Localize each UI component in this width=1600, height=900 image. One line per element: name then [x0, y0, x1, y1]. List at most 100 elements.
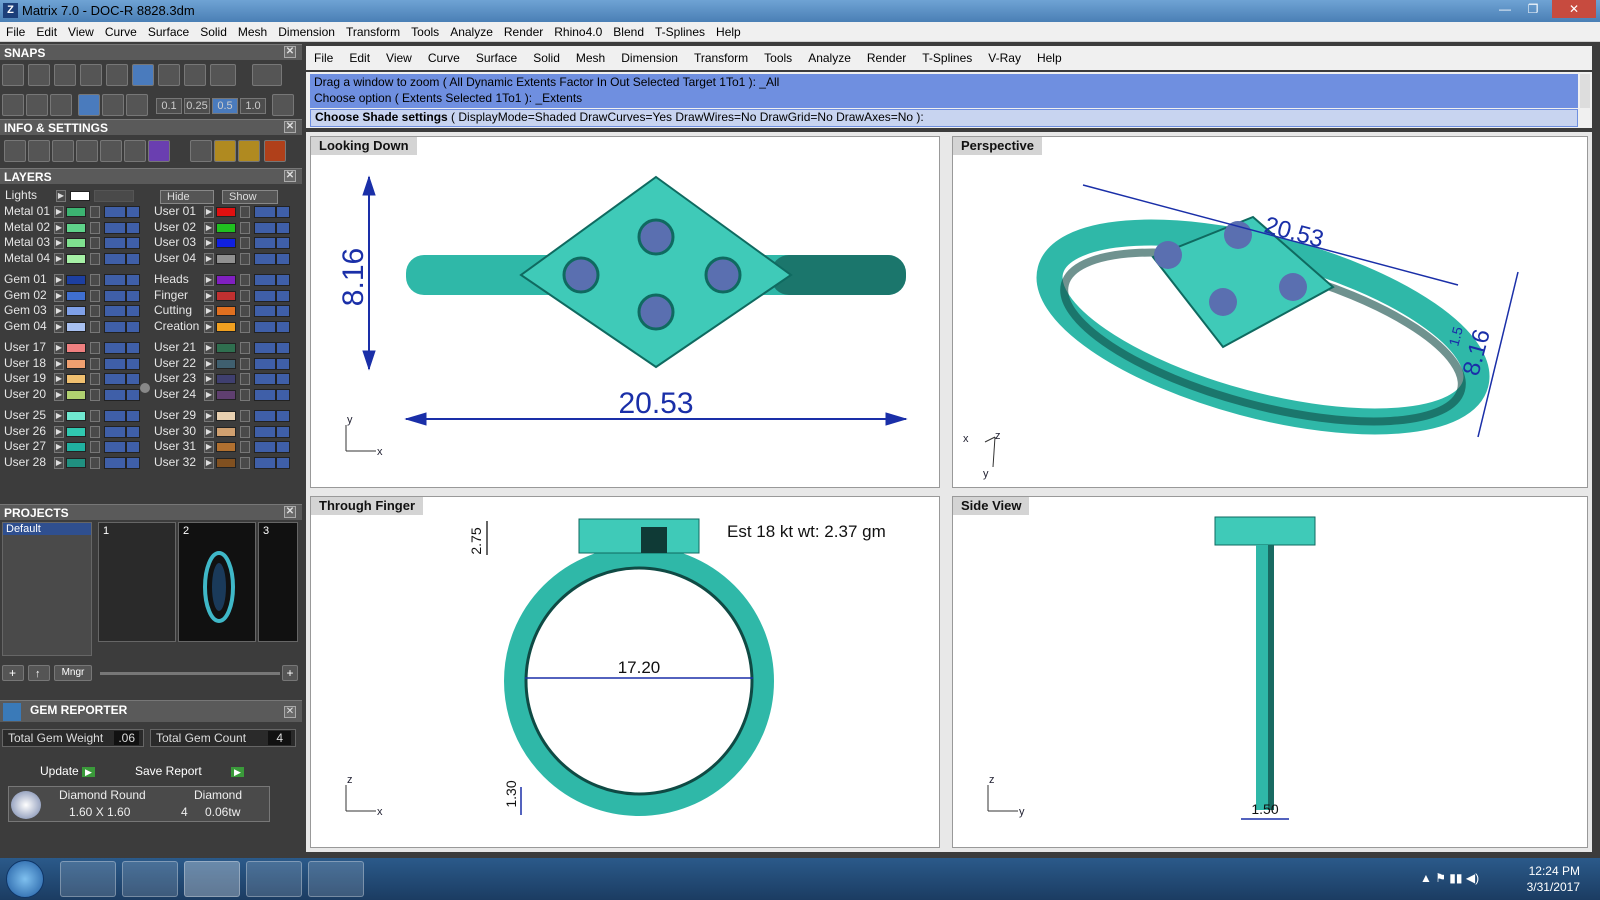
lock-icon[interactable]: [90, 305, 100, 317]
menu-file[interactable]: File: [314, 51, 333, 65]
menu-curve[interactable]: Curve: [105, 25, 137, 39]
layer-color-swatch[interactable]: [66, 321, 86, 332]
menu-tsplines[interactable]: T-Splines: [922, 51, 972, 65]
menu-render[interactable]: Render: [867, 51, 906, 65]
layer-visibility-toggle[interactable]: [104, 237, 126, 249]
layer-color-swatch[interactable]: [66, 411, 86, 421]
system-clock[interactable]: 12:24 PM 3/31/2017: [1527, 863, 1580, 895]
expand-arrow-icon[interactable]: ▶: [54, 357, 64, 370]
expand-arrow-icon[interactable]: ▶: [204, 456, 214, 469]
render-icon[interactable]: [264, 140, 286, 162]
expand-arrow-icon[interactable]: ▶: [54, 206, 64, 218]
layer-row[interactable]: User 03 ▶: [150, 235, 300, 250]
lock-icon[interactable]: [90, 373, 100, 385]
layer-row[interactable]: User 28 ▶: [0, 455, 150, 470]
image-viewer-icon[interactable]: [246, 861, 302, 897]
expand-arrow-icon[interactable]: ▶: [54, 289, 64, 302]
layer-visibility-toggle[interactable]: [104, 373, 126, 385]
layer-select-toggle[interactable]: [126, 206, 140, 218]
layer-color-swatch[interactable]: [66, 306, 86, 316]
light-icon[interactable]: [190, 140, 212, 162]
layer-row[interactable]: User 25 ▶: [0, 408, 150, 423]
expand-arrow-icon[interactable]: ▶: [204, 373, 214, 385]
layer-color-swatch[interactable]: [66, 222, 86, 233]
project-thumb-2[interactable]: 2: [178, 522, 256, 642]
project-thumb-1[interactable]: 1: [98, 522, 176, 642]
lock-icon[interactable]: [240, 274, 250, 286]
paint-icon[interactable]: [308, 861, 364, 897]
snap-grid-icon[interactable]: [252, 64, 282, 86]
layer-select-toggle[interactable]: [126, 289, 140, 302]
lock-icon[interactable]: [90, 252, 100, 265]
layer-visibility-toggle[interactable]: [104, 357, 126, 370]
expand-arrow-icon[interactable]: ▶: [204, 388, 214, 401]
layer-row[interactable]: User 20 ▶: [0, 387, 150, 402]
up-arrow-icon[interactable]: ↑: [28, 665, 50, 681]
layer-row[interactable]: Heads ▶: [150, 272, 300, 287]
layer-visibility-toggle[interactable]: [104, 320, 126, 333]
layer-row[interactable]: User 31 ▶: [150, 439, 300, 454]
lock-icon[interactable]: [90, 441, 100, 453]
layer-visibility-toggle[interactable]: [254, 357, 276, 370]
menu-view[interactable]: View: [68, 25, 94, 39]
layer-color-swatch[interactable]: [216, 389, 236, 400]
layer-select-toggle[interactable]: [126, 237, 140, 249]
layer-visibility-toggle[interactable]: [254, 410, 276, 422]
lock-icon[interactable]: [90, 357, 100, 370]
tray-icons[interactable]: ▲ ⚑ ▮▮ ◀): [1420, 871, 1479, 885]
pen-icon[interactable]: [50, 94, 72, 116]
snap-int-icon[interactable]: [132, 64, 154, 86]
expand-arrow-icon[interactable]: ▶: [54, 425, 64, 438]
layer-color-swatch[interactable]: [66, 253, 86, 264]
lock-icon[interactable]: [90, 425, 100, 438]
lock-icon[interactable]: [240, 373, 250, 385]
snap-end-icon[interactable]: [2, 64, 24, 86]
layer-visibility-toggle[interactable]: [104, 252, 126, 265]
layer-color-swatch[interactable]: [216, 426, 236, 437]
expand-arrow-icon[interactable]: ▶: [54, 221, 64, 234]
layer-row[interactable]: Gem 04 ▶: [0, 319, 150, 334]
menu-curve[interactable]: Curve: [428, 51, 460, 65]
ortho-icon[interactable]: [26, 94, 48, 116]
menu-solid[interactable]: Solid: [200, 25, 227, 39]
layer-color-swatch[interactable]: [66, 457, 86, 468]
layer-select-toggle[interactable]: [126, 342, 140, 354]
layer-select-toggle[interactable]: [276, 237, 290, 249]
menu-tools[interactable]: Tools: [411, 25, 439, 39]
layer-row[interactable]: User 21 ▶: [150, 340, 300, 355]
layer-visibility-toggle[interactable]: [254, 425, 276, 438]
layer-select-toggle[interactable]: [126, 373, 140, 385]
snap-quad-icon[interactable]: [210, 64, 236, 86]
menu-transform[interactable]: Transform: [694, 51, 748, 65]
layer-visibility-toggle[interactable]: [254, 388, 276, 401]
layer-color-swatch[interactable]: [66, 207, 86, 217]
menu-rhino4[interactable]: Rhino4.0: [554, 25, 602, 39]
snap-value-01[interactable]: 0.1: [156, 98, 182, 114]
close-button[interactable]: ✕: [1552, 0, 1596, 18]
layer-visibility-toggle[interactable]: [104, 206, 126, 218]
layer-row[interactable]: User 22 ▶: [150, 356, 300, 371]
menu-analyze[interactable]: Analyze: [808, 51, 851, 65]
history-scrollbar[interactable]: [1580, 74, 1590, 108]
lock-icon[interactable]: [240, 441, 250, 453]
layer-select-toggle[interactable]: [276, 456, 290, 469]
layer-color-swatch[interactable]: [66, 358, 86, 369]
expand-arrow-icon[interactable]: ▶: [204, 305, 214, 317]
lock-icon[interactable]: [240, 206, 250, 218]
layer-visibility-toggle[interactable]: [254, 221, 276, 234]
layer-select-toggle[interactable]: [126, 305, 140, 317]
chrome-icon[interactable]: [122, 861, 178, 897]
expand-arrow-icon[interactable]: ▶: [204, 237, 214, 249]
layer-select-toggle[interactable]: [126, 252, 140, 265]
layer-select-toggle[interactable]: [276, 289, 290, 302]
layer-color-swatch[interactable]: [66, 343, 86, 353]
layer-select-toggle[interactable]: [126, 357, 140, 370]
snap-mid-icon[interactable]: [80, 64, 102, 86]
layer-visibility-toggle[interactable]: [104, 305, 126, 317]
layer-visibility-toggle[interactable]: [104, 274, 126, 286]
layer-row[interactable]: Metal 01 ▶: [0, 204, 150, 219]
menu-mesh[interactable]: Mesh: [238, 25, 267, 39]
layer-color-swatch[interactable]: [216, 358, 236, 369]
expand-arrow-icon[interactable]: ▶: [54, 388, 64, 401]
layer-row[interactable]: User 04 ▶: [150, 251, 300, 266]
